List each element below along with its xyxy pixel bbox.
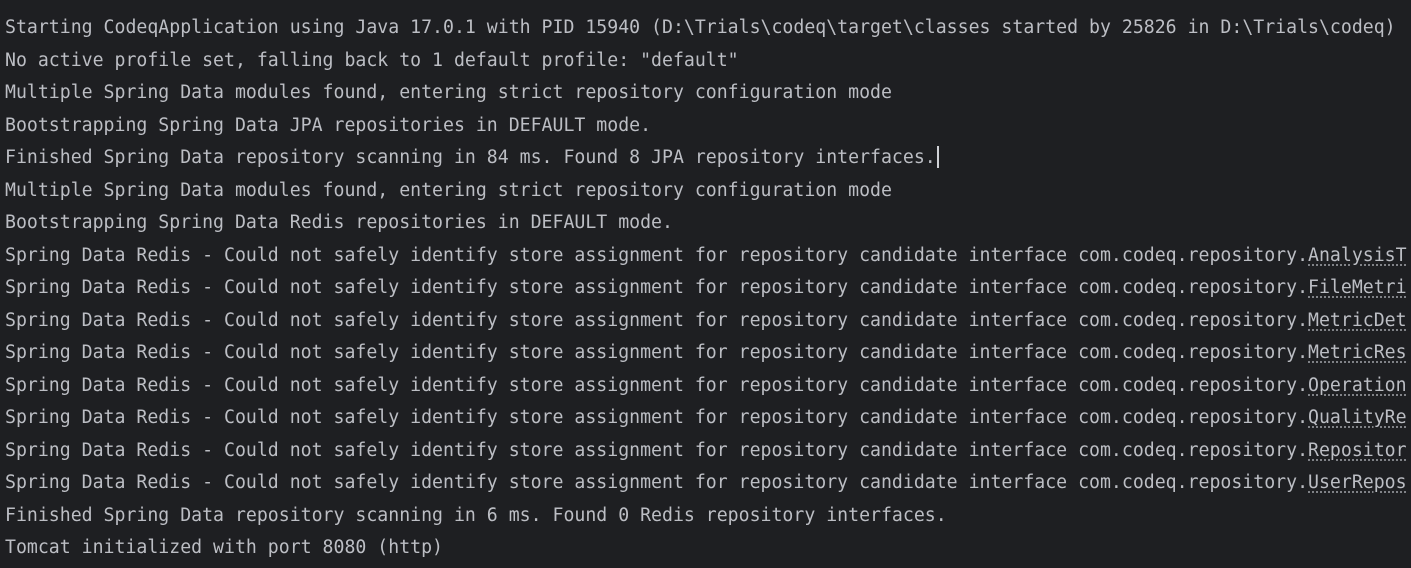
log-line-redis-prefix: Spring Data Redis - Could not safely ide… bbox=[5, 277, 1309, 298]
log-line-redis-warning: Spring Data Redis - Could not safely ide… bbox=[0, 370, 1411, 403]
log-line-redis-prefix: Spring Data Redis - Could not safely ide… bbox=[5, 342, 1309, 363]
log-line-redis-warning: Spring Data Redis - Could not safely ide… bbox=[0, 435, 1411, 468]
log-line-jpa-scan: Finished Spring Data repository scanning… bbox=[0, 142, 1411, 175]
log-line-tomcat: Tomcat initialized with port 8080 (http) bbox=[5, 537, 443, 558]
log-line-redis-warning: Spring Data Redis - Could not safely ide… bbox=[0, 240, 1411, 273]
log-line-multiple-modules: Multiple Spring Data modules found, ente… bbox=[5, 82, 892, 103]
console-output: Starting CodeqApplication using Java 17.… bbox=[0, 0, 1411, 568]
class-link[interactable]: QualityRe bbox=[1308, 407, 1407, 428]
log-line-redis-warning: Spring Data Redis - Could not safely ide… bbox=[0, 272, 1411, 305]
log-line-jpa-scan-text: Finished Spring Data repository scanning… bbox=[5, 147, 936, 168]
log-line-profile: No active profile set, falling back to 1… bbox=[5, 49, 739, 71]
log-line-redis-scan: Finished Spring Data repository scanning… bbox=[5, 504, 947, 526]
log-line-redis-prefix: Spring Data Redis - Could not safely ide… bbox=[5, 407, 1309, 428]
log-line-redis-prefix: Spring Data Redis - Could not safely ide… bbox=[5, 374, 1309, 396]
log-line-redis-prefix: Spring Data Redis - Could not safely ide… bbox=[5, 472, 1309, 493]
class-link[interactable]: AnalysisT bbox=[1308, 245, 1407, 266]
class-link[interactable]: FileMetri bbox=[1308, 277, 1407, 298]
log-line-startup: Starting CodeqApplication using Java 17.… bbox=[5, 17, 1396, 38]
class-link[interactable]: Operation bbox=[1308, 375, 1407, 396]
log-line-multiple-modules: Multiple Spring Data modules found, ente… bbox=[5, 179, 892, 201]
class-link[interactable]: UserRepos bbox=[1308, 472, 1407, 493]
log-line-redis-prefix: Spring Data Redis - Could not safely ide… bbox=[5, 244, 1309, 266]
log-line-bootstrap-jpa: Bootstrapping Spring Data JPA repositori… bbox=[5, 114, 652, 136]
log-line-redis-warning: Spring Data Redis - Could not safely ide… bbox=[0, 402, 1411, 435]
log-line-redis-prefix: Spring Data Redis - Could not safely ide… bbox=[5, 439, 1309, 461]
text-caret bbox=[936, 145, 939, 168]
class-link[interactable]: Repositor bbox=[1308, 440, 1407, 461]
log-line-redis-warning: Spring Data Redis - Could not safely ide… bbox=[0, 305, 1411, 338]
log-line-redis-prefix: Spring Data Redis - Could not safely ide… bbox=[5, 309, 1309, 331]
log-line-redis-warning: Spring Data Redis - Could not safely ide… bbox=[0, 467, 1411, 500]
class-link[interactable]: MetricDet bbox=[1308, 310, 1407, 331]
class-link[interactable]: MetricRes bbox=[1308, 342, 1407, 363]
log-line-redis-warning: Spring Data Redis - Could not safely ide… bbox=[0, 337, 1411, 370]
log-line-bootstrap-redis: Bootstrapping Spring Data Redis reposito… bbox=[5, 212, 673, 233]
